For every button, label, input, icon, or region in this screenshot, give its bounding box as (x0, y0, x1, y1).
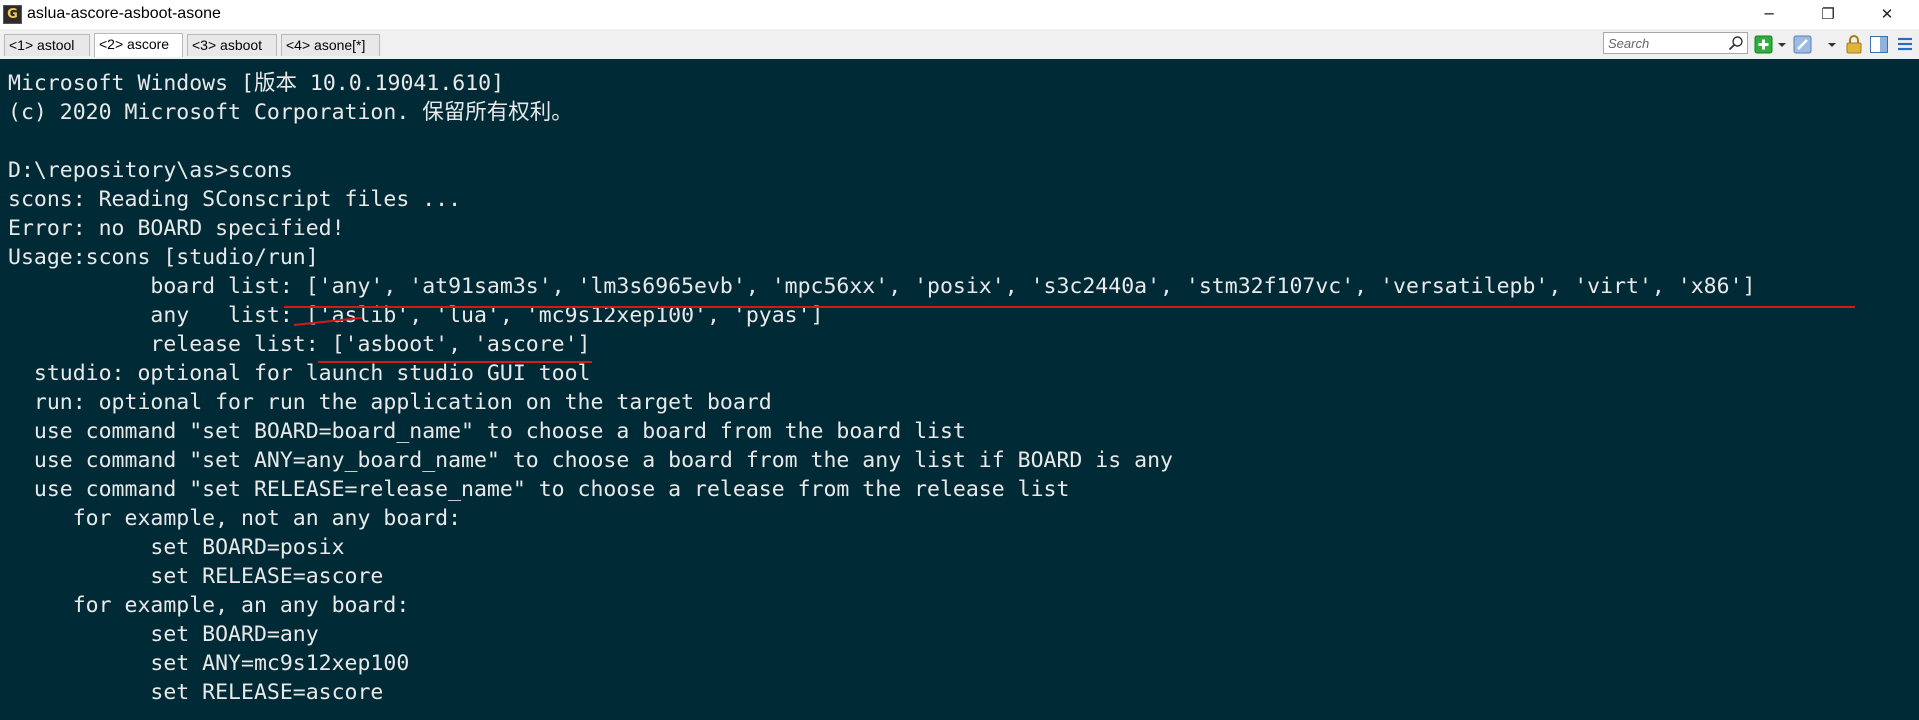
close-button[interactable]: ✕ (1864, 0, 1910, 29)
window-title: aslua-ascore-asboot-asone (27, 5, 221, 22)
restore-button[interactable]: ❐ (1805, 0, 1851, 29)
tab-bar: <1> astool <2> ascore <3> asboot <4> aso… (0, 29, 1919, 59)
console-lines: Microsoft Windows [版本 10.0.19041.610] (c… (8, 69, 1755, 707)
console-line: Usage:scons [studio/run] (8, 245, 319, 270)
tab-asboot[interactable]: <3> asboot (187, 34, 277, 56)
console-line: set BOARD=posix (8, 535, 345, 560)
console-line: set ANY=mc9s12xep100 (8, 651, 410, 676)
console-line: release list: ['asboot', 'ascore'] (8, 332, 591, 357)
console-line: scons: Reading SConscript files ... (8, 187, 462, 212)
search-icon[interactable] (1728, 35, 1744, 51)
console-line: set BOARD=any (8, 622, 319, 647)
tab-ascore[interactable]: <2> ascore (94, 33, 183, 57)
console-line: D:\repository\as>scons (8, 158, 293, 183)
edit-settings-dropdown-icon[interactable] (1826, 33, 1838, 55)
console-line: set RELEASE=ascore (8, 564, 384, 589)
console-line: use command "set RELEASE=release_name" t… (8, 477, 1070, 502)
new-console-icon[interactable] (1754, 33, 1774, 55)
console-line: Error: no BOARD specified! (8, 216, 345, 241)
console-line: use command "set BOARD=board_name" to ch… (8, 419, 966, 444)
app-logo-icon[interactable]: G (3, 5, 22, 24)
console-line: Microsoft Windows [版本 10.0.19041.610] (8, 71, 505, 96)
release-list-underline (318, 361, 592, 363)
split-pane-icon[interactable] (1869, 33, 1889, 55)
search-input[interactable] (1606, 34, 1726, 52)
console-line: for example, not an any board: (8, 506, 462, 531)
title-bar: G aslua-ascore-asboot-asone ─ ❐ ✕ (0, 0, 1919, 29)
console-line: use command "set ANY=any_board_name" to … (8, 448, 1173, 473)
console-line: studio: optional for launch studio GUI t… (8, 361, 591, 386)
board-list-underline (284, 306, 1855, 308)
console-line: for example, an any board: (8, 593, 410, 618)
tab-asone[interactable]: <4> asone[*] (281, 34, 380, 56)
lock-icon[interactable] (1844, 33, 1864, 55)
console-line: (c) 2020 Microsoft Corporation. 保留所有权利。 (8, 100, 573, 125)
console-line: board list: ['any', 'at91sam3s', 'lm3s69… (8, 274, 1756, 299)
console-line: run: optional for run the application on… (8, 390, 772, 415)
console-output[interactable]: Microsoft Windows [版本 10.0.19041.610] (c… (0, 59, 1919, 720)
console-line: set RELEASE=ascore (8, 680, 384, 705)
new-console-dropdown-icon[interactable] (1776, 33, 1788, 55)
edit-settings-icon[interactable] (1793, 33, 1813, 55)
minimize-button[interactable]: ─ (1746, 0, 1792, 29)
tab-astool[interactable]: <1> astool (4, 34, 90, 56)
hamburger-menu-icon[interactable] (1895, 33, 1915, 55)
search-box (1603, 32, 1748, 54)
